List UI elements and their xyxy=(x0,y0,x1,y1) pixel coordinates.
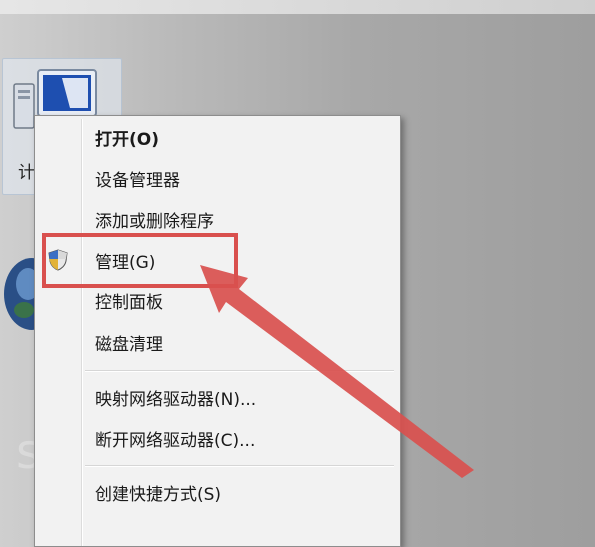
menu-item-control-panel[interactable]: 控制面板 xyxy=(35,285,400,317)
menu-item-open[interactable]: 打开(O) xyxy=(35,122,400,154)
menu-separator xyxy=(85,370,394,372)
annotation-highlight-box xyxy=(42,233,238,288)
menu-item-add-remove-programs[interactable]: 添加或删除程序 xyxy=(35,204,400,236)
context-menu: 打开(O) 设备管理器 添加或删除程序 管理(G) 控制面板 磁盘清理 映射网络… xyxy=(34,115,401,547)
menu-item-label: 设备管理器 xyxy=(95,171,180,191)
menu-item-create-shortcut[interactable]: 创建快捷方式(S) xyxy=(35,477,400,509)
menu-item-disk-cleanup[interactable]: 磁盘清理 xyxy=(35,327,400,359)
menu-item-disconnect-network-drive[interactable]: 断开网络驱动器(C)... xyxy=(35,423,400,455)
desktop-top-band xyxy=(0,0,595,14)
menu-item-label: 添加或删除程序 xyxy=(95,212,214,232)
menu-item-label: 创建快捷方式(S) xyxy=(95,485,222,505)
menu-item-label: 断开网络驱动器(C)... xyxy=(95,431,256,451)
menu-item-map-network-drive[interactable]: 映射网络驱动器(N)... xyxy=(35,382,400,414)
menu-separator xyxy=(85,465,394,467)
menu-item-label: 打开(O) xyxy=(95,130,159,150)
menu-item-label: 磁盘清理 xyxy=(95,335,163,355)
desktop-icon-label: 计 xyxy=(18,163,35,183)
menu-item-label: 映射网络驱动器(N)... xyxy=(95,390,257,410)
menu-item-device-manager[interactable]: 设备管理器 xyxy=(35,163,400,195)
menu-item-label: 控制面板 xyxy=(95,293,163,313)
